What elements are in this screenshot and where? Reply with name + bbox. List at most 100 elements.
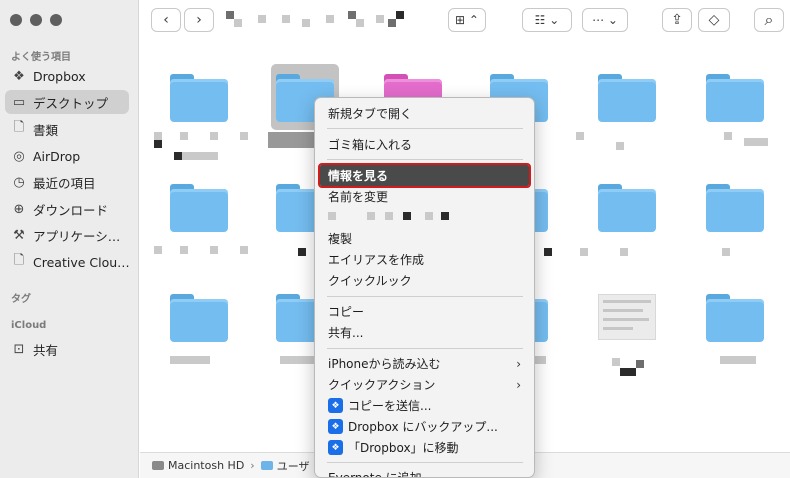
menu-item-duplicate[interactable]: 複製 — [320, 228, 529, 249]
folder-icon[interactable] — [706, 74, 764, 122]
menu-item-quick-look[interactable]: クイックルック — [320, 270, 529, 291]
dropbox-icon: ❖ — [328, 419, 343, 434]
sidebar-item-documents[interactable]: 🗋 書類 — [5, 117, 129, 141]
favorites-section-label: よく使う項目 — [11, 52, 71, 63]
document-thumbnail[interactable] — [598, 294, 656, 340]
chevron-left-icon: ‹ — [163, 12, 169, 28]
document-icon: 🗋 — [13, 120, 25, 135]
sidebar: よく使う項目 ❖ Dropbox ▭ デスクトップ 🗋 書類 ◎ AirDrop… — [0, 0, 139, 478]
menu-item-label: 情報を見る — [328, 169, 389, 183]
minimize-window-button[interactable] — [30, 14, 42, 26]
grid-view-icon: ⊞ ⌃ — [455, 13, 479, 27]
sidebar-item-downloads[interactable]: ⊕ ダウンロード — [5, 197, 129, 221]
menu-item-add-to-evernote[interactable]: Evernote に追加 — [320, 467, 529, 478]
action-button[interactable]: ⋯ ⌄ — [582, 8, 628, 32]
menu-item-get-info[interactable]: 情報を見る — [318, 163, 531, 188]
folder-icon[interactable] — [170, 294, 228, 342]
download-icon: ⊕ — [13, 201, 25, 217]
sidebar-item-label: AirDrop — [33, 148, 81, 164]
menu-item-label: Evernote に追加 — [328, 471, 422, 478]
folder-icon[interactable] — [598, 184, 656, 232]
folder-icon[interactable] — [170, 184, 228, 232]
menu-item-label: 新規タブで開く — [328, 107, 413, 121]
menu-item-move-to-dropbox[interactable]: ❖ 「Dropbox」に移動 — [320, 437, 529, 458]
sidebar-item-desktop[interactable]: ▭ デスクトップ — [5, 90, 129, 114]
sidebar-item-label: デスクトップ — [33, 95, 109, 111]
menu-item-label: ゴミ箱に入れる — [328, 138, 413, 152]
sidebar-item-label: 共有 — [33, 342, 59, 358]
group-button[interactable]: ☷ ⌄ — [522, 8, 572, 32]
file-icon: 🗋 — [13, 253, 25, 268]
sidebar-item-label: Creative Clou… — [33, 254, 129, 270]
forward-button[interactable]: › — [184, 8, 214, 32]
menu-item-label: iPhoneから読み込む — [328, 357, 441, 371]
path-disk[interactable]: Macintosh HD — [168, 459, 244, 472]
menu-item-open-new-tab[interactable]: 新規タブで開く — [320, 103, 529, 124]
menu-item-label: エイリアスを作成 — [328, 253, 425, 267]
tag-button[interactable]: ◇ — [698, 8, 730, 32]
shared-folder-icon: ⊡ — [13, 341, 25, 357]
chevron-right-icon: › — [516, 356, 521, 371]
menu-item-label: 共有... — [328, 326, 364, 340]
path-separator: › — [250, 459, 255, 472]
folder-icon[interactable] — [706, 184, 764, 232]
menu-separator — [327, 159, 523, 160]
path-folder[interactable]: ユーザ — [277, 458, 310, 474]
menu-item-share[interactable]: 共有... — [320, 322, 529, 343]
view-mode-button[interactable]: ⊞ ⌃ — [448, 8, 486, 32]
sidebar-item-dropbox[interactable]: ❖ Dropbox — [5, 64, 129, 88]
window-controls — [10, 14, 62, 26]
menu-item-label: 名前を変更 — [328, 190, 389, 204]
sidebar-item-label: Dropbox — [33, 68, 86, 84]
tag-icon: ◇ — [708, 12, 720, 28]
sidebar-item-label: ダウンロード — [33, 202, 109, 218]
folder-icon[interactable] — [706, 294, 764, 342]
disk-icon — [152, 461, 164, 470]
close-window-button[interactable] — [10, 14, 22, 26]
sidebar-item-recents[interactable]: ◷ 最近の項目 — [5, 170, 129, 194]
dropbox-icon: ❖ — [328, 440, 343, 455]
menu-item-label: クイックアクション — [328, 378, 436, 392]
menu-separator — [327, 296, 523, 297]
ellipsis-icon: ⋯ ⌄ — [592, 13, 618, 27]
back-button[interactable]: ‹ — [151, 8, 181, 32]
menu-item-move-to-trash[interactable]: ゴミ箱に入れる — [320, 134, 529, 155]
airdrop-icon: ◎ — [13, 148, 25, 164]
zoom-window-button[interactable] — [50, 14, 62, 26]
sidebar-item-label: アプリケーシ… — [33, 228, 121, 244]
search-button[interactable]: ⌕ — [754, 8, 784, 32]
clock-icon: ◷ — [13, 174, 25, 190]
share-button[interactable]: ⇪ — [662, 8, 692, 32]
folder-icon — [260, 461, 273, 470]
menu-item-import-from-iphone[interactable]: iPhoneから読み込む › — [320, 353, 529, 374]
menu-item-quick-actions[interactable]: クイックアクション › — [320, 374, 529, 395]
menu-item-rename[interactable]: 名前を変更 — [320, 186, 529, 207]
group-icon: ☷ ⌄ — [534, 13, 560, 27]
search-icon: ⌕ — [764, 10, 774, 29]
menu-item-label: 複製 — [328, 232, 353, 246]
folder-icon[interactable] — [170, 74, 228, 122]
dropbox-icon: ❖ — [13, 68, 25, 84]
sidebar-item-creative-cloud[interactable]: 🗋 Creative Clou… — [5, 250, 129, 274]
menu-separator — [327, 128, 523, 129]
sidebar-item-shared[interactable]: ⊡ 共有 — [5, 337, 129, 361]
sidebar-item-applications[interactable]: ⚒ アプリケーシ… — [5, 223, 129, 247]
menu-item-copy[interactable]: コピー — [320, 301, 529, 322]
dropbox-icon: ❖ — [328, 398, 343, 413]
menu-item-make-alias[interactable]: エイリアスを作成 — [320, 249, 529, 270]
chevron-right-icon: › — [196, 12, 202, 28]
sidebar-item-label: 最近の項目 — [33, 175, 96, 191]
menu-item-send-copy[interactable]: ❖ コピーを送信... — [320, 395, 529, 416]
menu-item-label: 「Dropbox」に移動 — [348, 441, 459, 455]
tags-section-label: タグ — [11, 294, 31, 305]
context-menu: 新規タブで開く ゴミ箱に入れる 情報を見る 名前を変更 複製 エイリアスを作成 … — [314, 97, 535, 478]
menu-separator — [327, 348, 523, 349]
folder-icon[interactable] — [598, 74, 656, 122]
sidebar-item-airdrop[interactable]: ◎ AirDrop — [5, 144, 129, 168]
menu-item-backup-dropbox[interactable]: ❖ Dropbox にバックアップ... — [320, 416, 529, 437]
desktop-icon: ▭ — [12, 94, 26, 110]
share-icon: ⇪ — [671, 12, 683, 28]
menu-item-label: コピーを送信... — [348, 399, 432, 413]
chevron-right-icon: › — [516, 377, 521, 392]
menu-item-label: Dropbox にバックアップ... — [348, 420, 498, 434]
